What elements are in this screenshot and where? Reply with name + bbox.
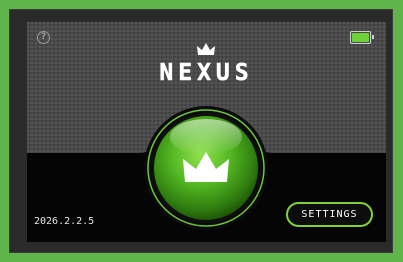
power-button[interactable] — [148, 110, 264, 226]
settings-button[interactable]: SETTINGS — [286, 202, 373, 227]
help-icon[interactable]: ? — [37, 31, 50, 44]
crown-icon — [183, 152, 229, 182]
date-label: 2026.2.2.5 — [34, 216, 95, 227]
crown-icon — [197, 43, 215, 55]
battery-icon — [350, 31, 374, 44]
battery-level-fill — [352, 33, 369, 42]
battery-tip — [372, 35, 374, 39]
device-frame: ? NEXUS 2026.2.2.5 SETTINGS — [0, 0, 403, 262]
brand-logo-text: NEXUS — [159, 60, 254, 87]
device-screen: ? NEXUS 2026.2.2.5 SETTINGS — [27, 22, 386, 242]
